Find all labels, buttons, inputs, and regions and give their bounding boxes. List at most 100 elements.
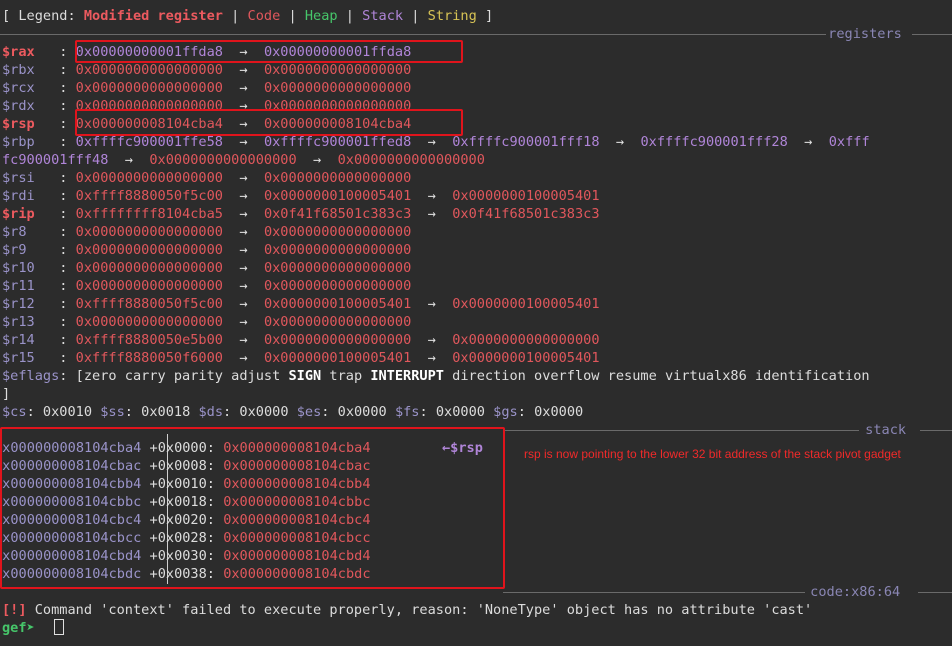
registers-header: registers bbox=[820, 26, 911, 42]
legend-sep: | bbox=[403, 8, 428, 24]
register-deref: 0x0000000100005401 bbox=[452, 350, 600, 366]
eflags-label: $eflags bbox=[2, 368, 60, 384]
register-deref: 0x0000000000000000 bbox=[263, 260, 412, 276]
register-deref: 0x0000000000000000 bbox=[263, 242, 412, 258]
register-r11: $r11 : 0x0000000000000000 → 0x0000000000… bbox=[2, 278, 412, 294]
flag-sign: SIGN bbox=[288, 368, 322, 384]
register-deref: 0x0000000100005401 bbox=[263, 188, 412, 204]
prompt-line[interactable]: gef➤ bbox=[2, 619, 43, 637]
register-deref: 0xffffc900001fff28 bbox=[640, 134, 788, 150]
register-name: $r14 bbox=[2, 332, 35, 348]
register-name: $r12 bbox=[2, 296, 35, 312]
arrow-icon: → bbox=[313, 152, 322, 168]
register-name: $rcx bbox=[2, 80, 35, 96]
register-name: $r10 bbox=[2, 260, 35, 276]
flag-interrupt: INTERRUPT bbox=[370, 368, 444, 384]
register-value: 0x0000000000000000 bbox=[75, 278, 223, 294]
register-deref: 0x0000000100005401 bbox=[263, 296, 412, 312]
register-deref: 0xffffc900001ffed8 bbox=[263, 134, 412, 150]
register-r10: $r10 : 0x0000000000000000 → 0x0000000000… bbox=[2, 260, 412, 276]
register-deref: 0x0000000000000000 bbox=[263, 332, 412, 348]
register-deref: 0xfff bbox=[828, 134, 870, 150]
register-value: 0xffff8880050f6000 bbox=[75, 350, 223, 366]
register-value: 0x0000000000000000 bbox=[75, 242, 223, 258]
arrow-icon: → bbox=[239, 224, 248, 240]
gef-prompt: gef➤ bbox=[2, 620, 43, 636]
text-cursor[interactable] bbox=[54, 619, 64, 635]
register-value: 0xffff8880050e5b00 bbox=[75, 332, 223, 348]
register-deref: 0x0f41f68501c383c3 bbox=[452, 206, 600, 222]
register-r14: $r14 : 0xffff8880050e5b00 → 0x0000000000… bbox=[2, 332, 600, 348]
register-deref: 0xffffc900001fff18 bbox=[452, 134, 600, 150]
register-name: $rdx bbox=[2, 98, 35, 114]
error-message: Command 'context' failed to execute prop… bbox=[26, 602, 813, 618]
register-value: 0x0000000000000000 bbox=[75, 260, 223, 276]
register-r9: $r9 : 0x0000000000000000 → 0x00000000000… bbox=[2, 242, 412, 258]
arrow-icon: → bbox=[239, 206, 248, 222]
legend-code: Code bbox=[247, 8, 281, 24]
register-value: 0x0000000000000000 bbox=[75, 314, 223, 330]
arrow-icon: → bbox=[427, 350, 436, 366]
register-value: 0xffff8880050f5c00 bbox=[75, 296, 223, 312]
register-value: 0x0000000000000000 bbox=[75, 80, 223, 96]
arrow-icon: → bbox=[239, 80, 248, 96]
register-name: $r8 bbox=[2, 224, 27, 240]
legend-modified: Modified register bbox=[83, 8, 223, 24]
arrow-icon: → bbox=[804, 134, 813, 150]
register-rbx: $rbx : 0x0000000000000000 → 0x0000000000… bbox=[2, 62, 412, 78]
arrow-icon: → bbox=[239, 188, 248, 204]
register-name: $rip bbox=[2, 206, 35, 222]
legend-sep: | bbox=[222, 8, 248, 24]
legend-open: [ Legend: bbox=[2, 8, 84, 24]
register-value: 0xffff8880050f5c00 bbox=[75, 188, 223, 204]
register-value: 0x0000000000000000 bbox=[75, 62, 223, 78]
arrow-icon: → bbox=[615, 134, 625, 150]
highlight-box-rax bbox=[75, 40, 463, 63]
arrow-icon: → bbox=[427, 206, 436, 222]
register-rsi: $rsi : 0x0000000000000000 → 0x0000000000… bbox=[2, 170, 412, 186]
arrow-icon: → bbox=[427, 188, 436, 204]
register-value: 0x0000000000000000 bbox=[75, 224, 223, 240]
register-deref: 0x0000000000000000 bbox=[452, 332, 600, 348]
arrow-icon: → bbox=[124, 152, 133, 168]
legend-sep: | bbox=[280, 8, 305, 24]
register-deref: fc900001fff48 bbox=[2, 152, 109, 168]
register-deref: 0x0000000100005401 bbox=[452, 188, 600, 204]
arrow-icon: → bbox=[239, 314, 248, 330]
arrow-icon: → bbox=[239, 260, 248, 276]
eflags-close: ] bbox=[2, 386, 11, 402]
legend-stack: Stack bbox=[362, 8, 404, 24]
register-r13: $r13 : 0x0000000000000000 → 0x0000000000… bbox=[2, 314, 412, 330]
arrow-icon: → bbox=[239, 278, 248, 294]
legend-string: String bbox=[427, 8, 477, 24]
error-tag: [!] bbox=[2, 602, 27, 618]
register-deref: 0x0f41f68501c383c3 bbox=[263, 206, 412, 222]
register-name: $r9 bbox=[2, 242, 27, 258]
register-name: $r13 bbox=[2, 314, 35, 330]
error-line: [!] Command 'context' failed to execute … bbox=[2, 601, 812, 619]
arrow-icon: → bbox=[239, 170, 248, 186]
register-value: 0x0000000000000000 bbox=[75, 170, 223, 186]
annotation-text: rsp is now pointing to the lower 32 bit … bbox=[524, 447, 901, 461]
register-r8: $r8 : 0x0000000000000000 → 0x00000000000… bbox=[2, 224, 412, 240]
legend-line: [ Legend: Modified register | Code | Hea… bbox=[2, 7, 493, 25]
register-deref: 0x0000000000000000 bbox=[263, 62, 412, 78]
register-deref: 0x0000000100005401 bbox=[263, 350, 412, 366]
register-rbp-continued: fc900001fff48 → 0x0000000000000000 → 0x0… bbox=[2, 151, 485, 169]
arrow-icon: → bbox=[427, 296, 436, 312]
arrow-icon: → bbox=[239, 242, 248, 258]
register-rcx: $rcx : 0x0000000000000000 → 0x0000000000… bbox=[2, 80, 412, 96]
register-deref: 0x0000000000000000 bbox=[337, 152, 485, 168]
arrow-icon: → bbox=[239, 332, 248, 348]
register-deref: 0x0000000100005401 bbox=[452, 296, 600, 312]
register-name: $rbp bbox=[2, 134, 35, 150]
register-deref: 0x0000000000000000 bbox=[149, 152, 297, 168]
legend-sep: | bbox=[337, 8, 363, 24]
arrow-icon: → bbox=[427, 134, 436, 150]
arrow-icon: → bbox=[427, 332, 436, 348]
arrow-icon: → bbox=[239, 134, 248, 150]
register-name: $rsi bbox=[2, 170, 35, 186]
register-r12: $r12 : 0xffff8880050f5c00 → 0x0000000100… bbox=[2, 296, 600, 312]
register-rip: $rip : 0xffffffff8104cba5 → 0x0f41f68501… bbox=[2, 206, 600, 222]
register-deref: 0x0000000000000000 bbox=[263, 80, 412, 96]
